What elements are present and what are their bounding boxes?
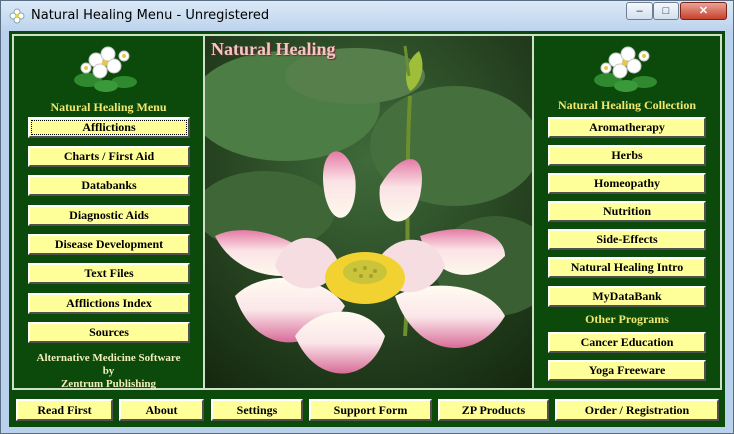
read-first-button[interactable]: Read First: [16, 399, 113, 421]
afflictions-index-button[interactable]: Afflictions Index: [28, 293, 190, 314]
flower-logo-icon: [594, 46, 657, 92]
flower-logo-icon: [74, 46, 137, 92]
natural-healing-intro-button[interactable]: Natural Healing Intro: [548, 257, 706, 278]
diagnostic-aids-button[interactable]: Diagnostic Aids: [28, 205, 190, 226]
right-menu-panel: Natural Healing Collection Aromatherapy …: [532, 34, 722, 390]
left-menu-panel: Natural Healing Menu Afflictions Charts …: [12, 34, 205, 390]
minimize-button[interactable]: –: [626, 2, 653, 20]
sources-button[interactable]: Sources: [28, 322, 190, 343]
title-bar[interactable]: Natural Healing Menu - Unregistered – □ …: [1, 1, 733, 31]
aromatherapy-button[interactable]: Aromatherapy: [548, 117, 706, 138]
nutrition-button[interactable]: Nutrition: [548, 201, 706, 222]
settings-button[interactable]: Settings: [211, 399, 303, 421]
credit-line-3: Zentrum Publishing: [60, 378, 157, 390]
maximize-button[interactable]: □: [653, 2, 679, 20]
credit-line-2: by: [102, 365, 115, 377]
lotus-flower-image: [205, 36, 532, 388]
flower-app-icon: [9, 8, 25, 24]
databanks-button[interactable]: Databanks: [28, 175, 190, 196]
credit-line-1: Alternative Medicine Software: [36, 352, 181, 364]
mydatabank-button[interactable]: MyDataBank: [548, 286, 706, 307]
text-files-button[interactable]: Text Files: [28, 263, 190, 284]
app-window: Natural Healing Menu - Unregistered – □ …: [0, 0, 734, 434]
side-effects-button[interactable]: Side-Effects: [548, 229, 706, 250]
herbs-button[interactable]: Herbs: [548, 145, 706, 166]
yoga-freeware-button[interactable]: Yoga Freeware: [548, 360, 706, 381]
support-form-button[interactable]: Support Form: [309, 399, 432, 421]
collection-heading: Natural Healing Collection: [558, 98, 696, 112]
window-title: Natural Healing Menu - Unregistered: [31, 8, 270, 23]
order-registration-button[interactable]: Order / Registration: [555, 399, 719, 421]
close-button[interactable]: ✕: [680, 2, 727, 20]
left-menu-heading: Natural Healing Menu: [50, 100, 167, 114]
afflictions-button[interactable]: Afflictions: [28, 117, 190, 138]
lotus-photo: Natural Healing: [205, 34, 532, 390]
about-button[interactable]: About: [119, 399, 204, 421]
main-content: Natural Healing Menu Afflictions Charts …: [9, 31, 725, 427]
photo-title: Natural Healing: [211, 39, 336, 59]
other-programs-heading: Other Programs: [585, 312, 669, 326]
cancer-education-button[interactable]: Cancer Education: [548, 332, 706, 353]
zp-products-button[interactable]: ZP Products: [438, 399, 549, 421]
charts-first-aid-button[interactable]: Charts / First Aid: [28, 146, 190, 167]
homeopathy-button[interactable]: Homeopathy: [548, 173, 706, 194]
disease-development-button[interactable]: Disease Development: [28, 234, 190, 255]
